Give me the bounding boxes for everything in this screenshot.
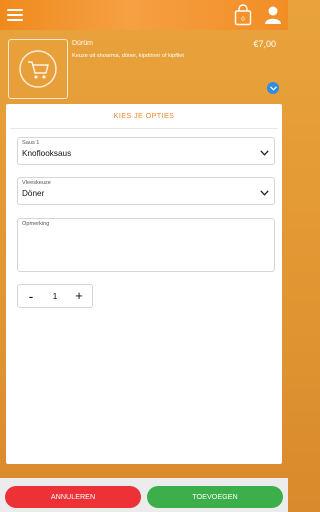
chevron-down-icon [260, 150, 269, 156]
product-image-placeholder [8, 39, 68, 99]
user-icon[interactable] [264, 5, 282, 25]
hamburger-menu-icon[interactable] [7, 9, 23, 21]
cancel-button[interactable]: ANNULEREN [5, 486, 141, 508]
product-description: Keuze uit shoarma, döner, kipdöner of ki… [72, 53, 184, 59]
quantity-stepper: - 1 + [17, 284, 93, 308]
options-title: KIES JE OPTIES [113, 111, 175, 120]
product-name: Dürüm [72, 40, 94, 47]
meat-select[interactable]: Vleeskeuze Döner [17, 177, 275, 205]
sauce-select-value: Knoflooksaus [22, 149, 72, 158]
meat-select-value: Döner [22, 189, 45, 198]
meat-select-label: Vleeskeuze [22, 180, 51, 186]
sauce-select[interactable]: Saus 1 Knoflooksaus [17, 137, 275, 165]
options-panel: KIES JE OPTIES Saus 1 Knoflooksaus Vlees… [6, 104, 282, 464]
divider [10, 128, 278, 129]
action-bar: ANNULEREN TOEVOEGEN [0, 478, 288, 512]
decrease-quantity-button[interactable]: - [20, 285, 42, 307]
product-price: €7,00 [253, 39, 276, 49]
add-to-order-button[interactable]: TOEVOEGEN [147, 486, 283, 508]
quantity-value[interactable]: 1 [40, 285, 70, 307]
shopping-cart-icon [19, 50, 57, 88]
remark-field[interactable]: Opmerking [17, 218, 275, 272]
sauce-select-label: Saus 1 [22, 140, 40, 146]
cart-count: 0 [241, 17, 245, 23]
top-bar: 0 [0, 0, 288, 30]
chevron-down-icon [260, 190, 269, 196]
chevron-down-icon[interactable] [267, 82, 279, 94]
increase-quantity-button[interactable]: + [68, 285, 90, 307]
shopping-bag-icon[interactable]: 0 [234, 4, 252, 26]
product-card: Dürüm Keuze uit shoarma, döner, kipdöner… [6, 36, 282, 99]
remark-label: Opmerking [22, 221, 50, 227]
